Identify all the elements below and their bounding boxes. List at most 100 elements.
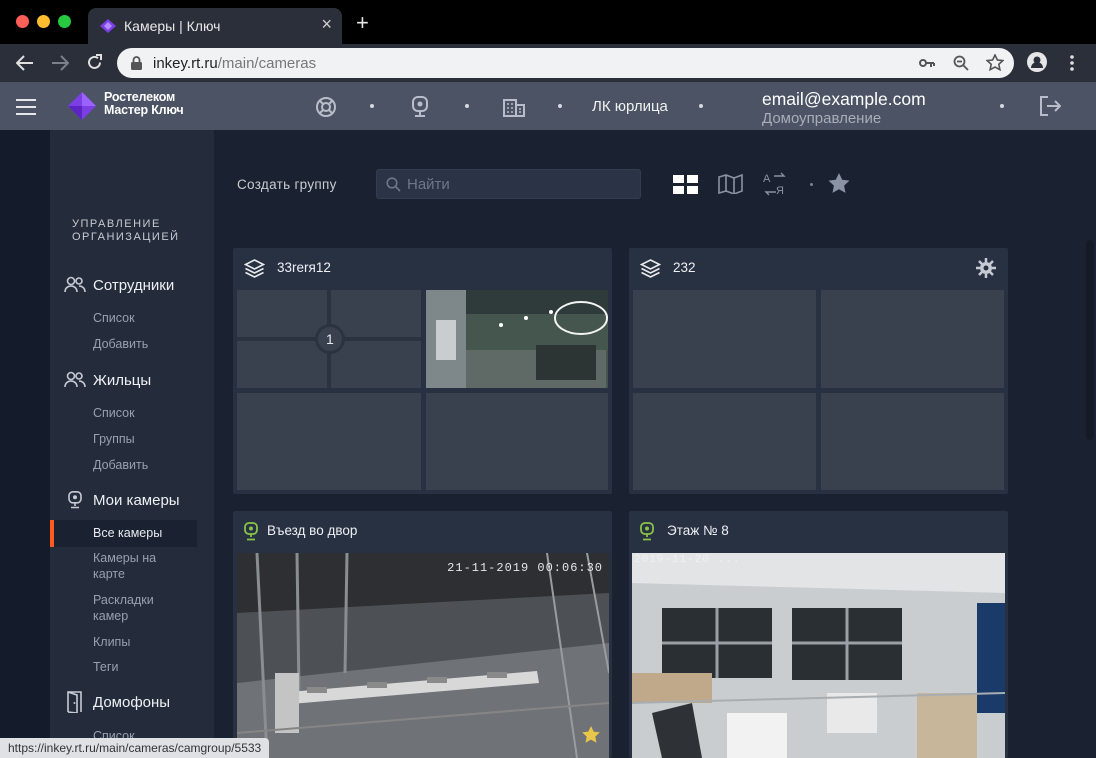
users-icon — [64, 276, 86, 293]
sidebar-item-label: Домофоны — [93, 693, 171, 711]
camera-video-feed[interactable]: 21-11-2019 00:06:30 — [237, 553, 609, 758]
minimize-window-button[interactable] — [37, 15, 50, 28]
sidebar-subitem-clips[interactable]: Клипы — [93, 634, 130, 650]
address-bar[interactable]: inkey.rt.ru/main/cameras — [117, 48, 1014, 78]
camera-thumbnail[interactable]: 1 — [237, 290, 421, 388]
header-separator — [1000, 104, 1004, 108]
toolbar-separator — [810, 183, 813, 186]
group-title: 232 — [673, 260, 696, 275]
sidebar-subitem-employees-list[interactable]: Список — [93, 310, 135, 326]
sidebar: УПРАВЛЕНИЕ ОРГАНИЗАЦИЕЙ Сотрудники Списо… — [50, 130, 214, 758]
sidebar-subitem-residents-add[interactable]: Добавить — [93, 457, 148, 473]
sidebar-subitem-camera-layouts[interactable]: Раскладки камер — [93, 592, 183, 624]
sidebar-section-title: УПРАВЛЕНИЕ ОРГАНИЗАЦИЕЙ — [72, 218, 180, 243]
link-status-bar: https://inkey.rt.ru/main/cameras/camgrou… — [0, 738, 270, 758]
close-window-button[interactable] — [16, 15, 29, 28]
sidebar-item-employees[interactable]: Сотрудники — [64, 276, 174, 294]
sidebar-item-label: Жильцы — [93, 371, 152, 389]
reload-icon[interactable] — [86, 54, 103, 71]
header-separator — [699, 104, 703, 108]
back-icon[interactable] — [16, 55, 34, 71]
sidebar-subitem-employees-add[interactable]: Добавить — [93, 336, 148, 352]
app-header: Ростелеком Мастер Ключ ЛК юрлица email@e… — [0, 82, 1096, 130]
sidebar-subitem-tags[interactable]: Теги — [93, 659, 118, 675]
camera-snapshot-image — [237, 553, 609, 758]
sidebar-item-label: Мои камеры — [93, 491, 180, 509]
user-role: Домоуправление — [762, 110, 882, 127]
sidebar-item-label: Сотрудники — [93, 276, 175, 294]
sort-alphabet-icon[interactable]: AЯ — [762, 172, 788, 196]
svg-text:A: A — [763, 173, 771, 185]
sidebar-subitem-all-cameras[interactable]: Все камеры — [93, 525, 162, 541]
sidebar-subitem-residents-groups[interactable]: Группы — [93, 431, 135, 447]
forward-icon[interactable] — [51, 55, 69, 71]
tab-title: Камеры | Ключ — [124, 18, 221, 34]
header-separator — [370, 104, 374, 108]
site-favicon-icon — [100, 19, 116, 33]
browser-toolbar: inkey.rt.ru/main/cameras — [0, 44, 1096, 82]
camera-card[interactable]: Этаж № 8 2019-11-20 ... — [629, 511, 1008, 758]
camera-title: Въезд во двор — [267, 523, 358, 538]
new-tab-button[interactable]: + — [356, 12, 369, 34]
browser-menu-icon[interactable] — [1069, 54, 1075, 72]
camera-thumbnail[interactable] — [633, 393, 816, 490]
camera-icon — [68, 491, 82, 509]
browser-tab[interactable]: Камеры | Ключ × — [88, 8, 342, 44]
camera-snapshot-image — [632, 553, 1005, 758]
sidebar-subitem-residents-list[interactable]: Список — [93, 405, 135, 421]
camera-group-card[interactable]: 33rerя12 1 — [233, 248, 612, 494]
sidebar-item-intercoms[interactable]: Домофоны — [64, 691, 170, 713]
camera-thumbnail[interactable] — [633, 290, 816, 388]
camera-title: Этаж № 8 — [667, 523, 729, 538]
rostelecom-logo-icon[interactable] — [66, 90, 98, 122]
url-text: inkey.rt.ru/main/cameras — [153, 55, 317, 72]
profile-icon[interactable] — [1027, 52, 1047, 72]
layers-icon — [244, 259, 265, 278]
gear-icon[interactable] — [976, 258, 996, 278]
camera-online-icon — [640, 522, 654, 541]
grid-view-icon[interactable] — [673, 175, 698, 195]
maximize-window-button[interactable] — [58, 15, 71, 28]
camera-video-feed[interactable]: 2019-11-20 ... — [632, 553, 1005, 758]
org-label[interactable]: ЛК юрлица — [592, 98, 668, 115]
sidebar-item-residents[interactable]: Жильцы — [64, 371, 151, 389]
hamburger-menu-icon[interactable] — [16, 99, 36, 115]
video-timestamp: 21-11-2019 00:06:30 — [447, 561, 603, 575]
page-scrollbar[interactable] — [1086, 240, 1094, 440]
layers-icon — [640, 259, 661, 278]
bookmark-star-icon[interactable] — [986, 54, 1004, 71]
svg-text:Я: Я — [776, 185, 784, 196]
camera-online-icon — [244, 522, 258, 541]
support-lifebuoy-icon[interactable] — [315, 96, 337, 118]
user-email[interactable]: email@example.com — [762, 89, 926, 110]
camera-thumbnail[interactable] — [237, 393, 421, 490]
camera-thumbnail[interactable] — [426, 393, 608, 490]
create-group-button[interactable]: Создать группу — [237, 177, 337, 192]
logo-text: Ростелеком Мастер Ключ — [104, 90, 184, 117]
favorite-star-icon[interactable] — [581, 725, 601, 744]
browser-tab-bar: Камеры | Ключ × + — [0, 0, 1096, 44]
door-icon — [67, 691, 82, 713]
camera-thumbnail[interactable] — [821, 290, 1004, 388]
tab-close-button[interactable]: × — [321, 15, 332, 33]
camera-snapshot-image — [426, 290, 608, 388]
search-icon — [386, 177, 401, 192]
header-separator — [465, 104, 469, 108]
logout-icon[interactable] — [1039, 96, 1061, 116]
key-icon[interactable] — [919, 56, 935, 70]
building-icon[interactable] — [503, 97, 525, 117]
group-title: 33rerя12 — [277, 260, 331, 275]
camera-icon[interactable] — [411, 96, 429, 118]
search-input[interactable] — [407, 174, 627, 194]
camera-thumbnail[interactable] — [426, 290, 608, 388]
camera-thumbnail[interactable] — [821, 393, 1004, 490]
lock-icon — [131, 56, 142, 70]
group-count-badge: 1 — [326, 331, 334, 347]
favorites-star-icon[interactable] — [827, 172, 851, 195]
sidebar-subitem-cameras-on-map[interactable]: Камеры на карте — [93, 550, 183, 582]
map-view-icon[interactable] — [718, 174, 743, 194]
camera-group-card[interactable]: 232 — [629, 248, 1008, 494]
camera-card[interactable]: Въезд во двор 21-11-2019 00:06:30 — [233, 511, 612, 758]
zoom-icon[interactable] — [953, 55, 969, 71]
sidebar-item-my-cameras[interactable]: Мои камеры — [64, 491, 180, 509]
